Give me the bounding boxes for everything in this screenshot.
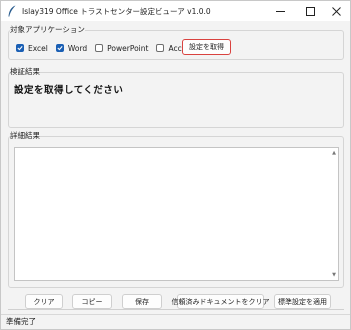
minimize-button[interactable] [266, 1, 294, 21]
checkbox-label: Word [67, 43, 88, 53]
scroll-up-icon[interactable]: ▲ [332, 150, 336, 156]
checkbox-excel[interactable]: Excel [16, 44, 48, 53]
status-divider [8, 309, 344, 310]
window-title: Islay319 Office トラストセンター設定ビューア v1.0.0 [22, 6, 211, 16]
close-button[interactable] [322, 1, 350, 21]
feather-icon [8, 5, 16, 17]
copy-button[interactable]: コピー [72, 294, 112, 309]
app-checkbox-row: Excel Word PowerPoint Access [16, 42, 202, 54]
checkbox-word[interactable]: Word [55, 43, 88, 53]
clear-trusted-docs-button[interactable]: 信頼済みドキュメントをクリア [172, 294, 270, 309]
title-bar: Islay319 Office トラストセンター設定ビューア v1.0.0 [1, 1, 350, 21]
checkbox-unchecked-icon [156, 44, 165, 52]
maximize-button[interactable] [296, 1, 324, 21]
save-button[interactable]: 保存 [122, 294, 162, 309]
close-icon [331, 6, 341, 16]
checkbox-label: Excel [28, 43, 48, 53]
status-bar: 準備完了 [1, 314, 350, 329]
checkbox-label: PowerPoint [107, 43, 149, 53]
details-label: 詳細結果 [10, 130, 40, 141]
details-textarea[interactable]: ▲ ▼ [14, 147, 339, 281]
get-settings-button[interactable]: 設定を取得 [182, 39, 231, 55]
verification-group [8, 72, 344, 128]
minimize-icon [275, 10, 285, 12]
checkbox-checked-icon [55, 44, 64, 52]
apply-standard-button[interactable]: 標準設定を適用 [274, 294, 331, 309]
verification-message: 設定を取得してください [14, 85, 124, 96]
checkbox-powerpoint[interactable]: PowerPoint [95, 44, 148, 53]
maximize-icon [305, 6, 315, 16]
app-window: Islay319 Office トラストセンター設定ビューア v1.0.0 対象… [0, 0, 351, 330]
verification-label: 検証結果 [10, 66, 40, 77]
checkbox-checked-icon [16, 44, 24, 52]
target-apps-label: 対象アプリケーション [10, 24, 85, 35]
clear-button[interactable]: クリア [25, 294, 63, 309]
scroll-down-icon[interactable]: ▼ [332, 272, 336, 278]
checkbox-unchecked-icon [95, 44, 104, 52]
